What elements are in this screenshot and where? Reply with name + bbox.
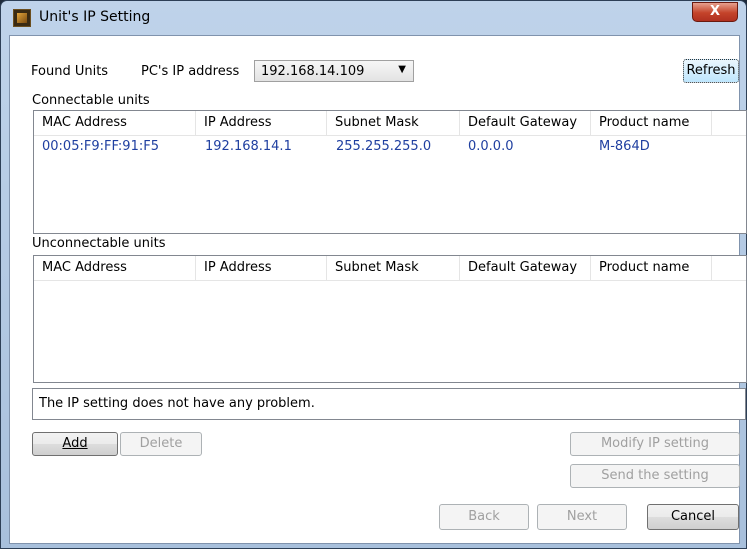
column-header-ip[interactable]: IP Address xyxy=(196,111,327,135)
close-button[interactable]: X xyxy=(692,2,738,22)
back-button[interactable]: Back xyxy=(439,504,529,530)
window-title: Unit's IP Setting xyxy=(39,9,151,25)
next-button[interactable]: Next xyxy=(537,504,627,530)
column-header-product[interactable]: Product name xyxy=(591,111,712,135)
title-bar[interactable]: Unit's IP Setting X xyxy=(1,1,746,35)
modify-ip-setting-button[interactable]: Modify IP setting xyxy=(570,432,740,456)
delete-button[interactable]: Delete xyxy=(120,432,202,456)
found-units-label: Found Units xyxy=(31,64,109,79)
send-label: Send the setting xyxy=(601,468,709,483)
send-setting-button[interactable]: Send the setting xyxy=(570,464,740,488)
column-header-product[interactable]: Product name xyxy=(591,256,712,280)
cell-ip: 192.168.14.1 xyxy=(205,139,292,154)
unconnectable-units-title: Unconnectable units xyxy=(32,236,166,251)
delete-label: Delete xyxy=(139,436,183,451)
ip-setting-window: Unit's IP Setting X Found Units PC's IP … xyxy=(0,0,747,549)
dialog-body: Found Units PC's IP address 192.168.14.1… xyxy=(9,35,747,544)
list-header: MAC Address IP Address Subnet Mask Defau… xyxy=(34,111,746,136)
add-label: Add xyxy=(62,436,88,451)
pc-ip-value: 192.168.14.109 xyxy=(261,64,365,79)
status-message-box: The IP setting does not have any problem… xyxy=(32,388,746,420)
column-header-mac[interactable]: MAC Address xyxy=(34,111,196,135)
back-label: Back xyxy=(468,509,500,524)
refresh-label: Refresh xyxy=(686,63,736,78)
refresh-button[interactable]: Refresh xyxy=(683,59,739,83)
unconnectable-units-list[interactable]: MAC Address IP Address Subnet Mask Defau… xyxy=(33,255,747,383)
column-header-ip[interactable]: IP Address xyxy=(196,256,327,280)
column-header-subnet[interactable]: Subnet Mask xyxy=(327,111,460,135)
cell-mac: 00:05:F9:FF:91:F5 xyxy=(42,139,159,154)
column-header-gateway[interactable]: Default Gateway xyxy=(460,256,591,280)
add-button[interactable]: Add xyxy=(32,432,118,456)
cell-gateway: 0.0.0.0 xyxy=(468,139,514,154)
pc-ip-select[interactable]: 192.168.14.109 ▼ xyxy=(254,60,414,82)
connectable-units-title: Connectable units xyxy=(32,93,150,108)
next-label: Next xyxy=(566,509,598,524)
cancel-button[interactable]: Cancel xyxy=(647,504,739,530)
column-header-gateway[interactable]: Default Gateway xyxy=(460,111,591,135)
pc-ip-label: PC's IP address xyxy=(141,64,240,79)
cell-product: M-864D xyxy=(599,139,650,154)
app-icon xyxy=(13,9,31,27)
chevron-down-icon: ▼ xyxy=(398,64,406,75)
connectable-units-list[interactable]: MAC Address IP Address Subnet Mask Defau… xyxy=(33,110,747,234)
column-header-mac[interactable]: MAC Address xyxy=(34,256,196,280)
list-header: MAC Address IP Address Subnet Mask Defau… xyxy=(34,256,746,281)
status-message: The IP setting does not have any problem… xyxy=(39,396,315,411)
column-header-subnet[interactable]: Subnet Mask xyxy=(327,256,460,280)
modify-label: Modify IP setting xyxy=(600,436,710,451)
cancel-label: Cancel xyxy=(670,509,716,524)
table-row[interactable]: 00:05:F9:FF:91:F5 192.168.14.1 255.255.2… xyxy=(34,137,746,157)
cell-subnet: 255.255.255.0 xyxy=(336,139,432,154)
